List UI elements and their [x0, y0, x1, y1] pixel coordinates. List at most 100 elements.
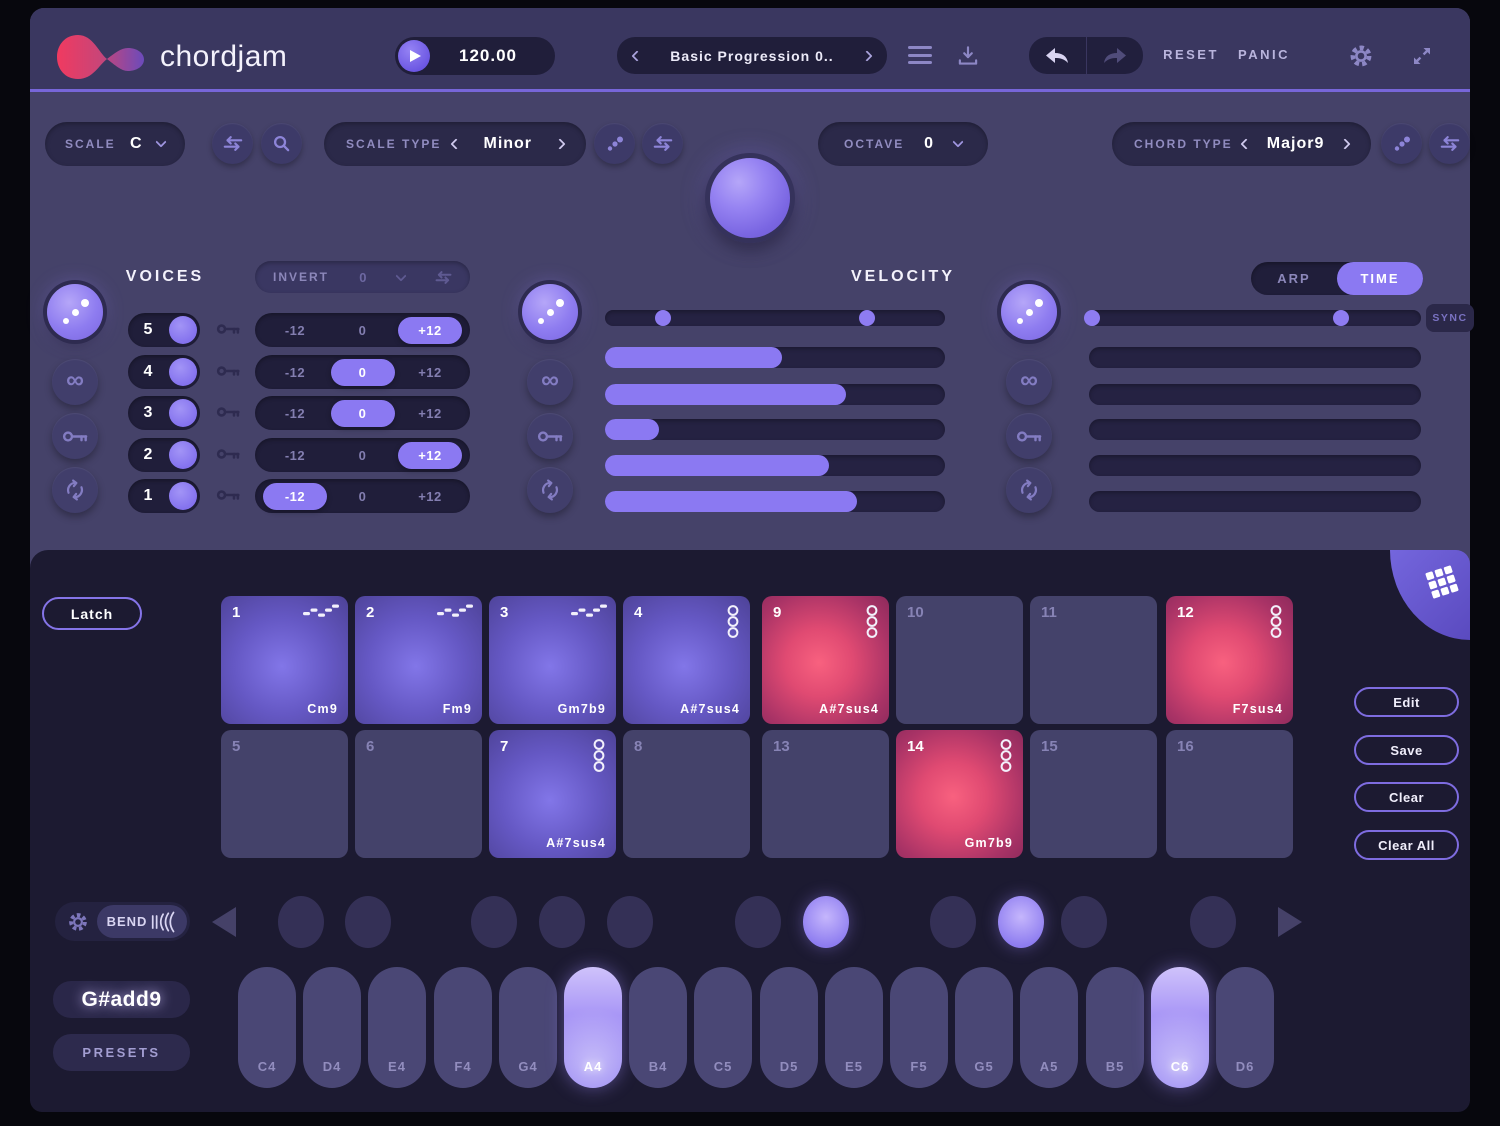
key-b5[interactable]: B5	[1086, 967, 1144, 1088]
key-e5[interactable]: E5	[825, 967, 883, 1088]
scale-type-dice-button[interactable]	[594, 123, 635, 164]
pad-7[interactable]: 7 A#7sus4	[489, 730, 616, 858]
key-f4[interactable]: F4	[434, 967, 492, 1088]
step-dot-2[interactable]	[345, 896, 391, 948]
velocity-randomize-knob[interactable]	[522, 284, 578, 340]
voice-toggle-on[interactable]	[169, 358, 197, 386]
time-option-selected[interactable]: TIME	[1337, 262, 1423, 295]
scale-type-prev-icon[interactable]	[450, 138, 461, 149]
pad-15[interactable]: 15	[1030, 730, 1157, 858]
pad-8[interactable]: 8	[623, 730, 750, 858]
time-bar-4[interactable]	[1089, 455, 1421, 476]
pad-3[interactable]: 3 Gm7b9	[489, 596, 616, 724]
pad-1[interactable]: 1 Cm9	[221, 596, 348, 724]
option-plus12[interactable]: +12	[398, 483, 462, 510]
clear-button[interactable]: Clear	[1354, 782, 1459, 812]
menu-icon[interactable]	[908, 46, 932, 64]
clear-all-button[interactable]: Clear All	[1354, 830, 1459, 860]
velocity-bar-3[interactable]	[605, 419, 945, 440]
option-zero-selected[interactable]: 0	[331, 359, 395, 386]
key-c6-lit[interactable]: C6	[1151, 967, 1209, 1088]
range-handle-end[interactable]	[1333, 310, 1349, 326]
bend-button[interactable]: BEND	[97, 905, 187, 938]
pad-2[interactable]: 2 Fm9	[355, 596, 482, 724]
undo-button[interactable]	[1029, 37, 1086, 74]
key-icon[interactable]	[216, 447, 240, 461]
step-dot-10[interactable]	[1061, 896, 1107, 948]
chord-type-swap-button[interactable]	[1429, 123, 1470, 164]
sync-badge[interactable]: SYNC	[1426, 304, 1474, 332]
reset-button[interactable]: RESET	[1160, 47, 1222, 62]
velocity-bar-4[interactable]	[605, 455, 945, 476]
edit-button[interactable]: Edit	[1354, 687, 1459, 717]
range-handle-start[interactable]	[1084, 310, 1100, 326]
key-g4[interactable]: G4	[499, 967, 557, 1088]
preset-name[interactable]: Basic Progression 0..	[670, 48, 833, 64]
save-download-icon[interactable]	[955, 43, 981, 69]
voices-reset-button[interactable]	[52, 467, 98, 513]
pad-13[interactable]: 13	[762, 730, 889, 858]
key-g5[interactable]: G5	[955, 967, 1013, 1088]
key-icon[interactable]	[216, 364, 240, 378]
key-a5[interactable]: A5	[1020, 967, 1078, 1088]
option-zero[interactable]: 0	[331, 317, 395, 344]
pad-4[interactable]: 4 A#7sus4	[623, 596, 750, 724]
scale-randomize-button[interactable]	[212, 123, 253, 164]
key-a4-lit[interactable]: A4	[564, 967, 622, 1088]
option-zero-selected[interactable]: 0	[331, 400, 395, 427]
key-e4[interactable]: E4	[368, 967, 426, 1088]
option-zero[interactable]: 0	[331, 442, 395, 469]
key-d5[interactable]: D5	[760, 967, 818, 1088]
option-plus12[interactable]: +12	[398, 400, 462, 427]
pad-16[interactable]: 16	[1166, 730, 1293, 858]
step-dot-4[interactable]	[539, 896, 585, 948]
arp-option[interactable]: ARP	[1251, 271, 1337, 286]
range-handle-end[interactable]	[859, 310, 875, 326]
velocity-infinite-button[interactable]: ∞	[527, 359, 573, 405]
pad-6[interactable]: 6	[355, 730, 482, 858]
time-bar-3[interactable]	[1089, 419, 1421, 440]
key-c4[interactable]: C4	[238, 967, 296, 1088]
chord-type-dice-button[interactable]	[1381, 123, 1422, 164]
time-randomize-knob[interactable]	[1001, 284, 1057, 340]
steps-next-icon[interactable]	[1278, 907, 1302, 937]
voice-row-3-toggle[interactable]: 3	[128, 396, 200, 430]
key-f5[interactable]: F5	[890, 967, 948, 1088]
key-b4[interactable]: B4	[629, 967, 687, 1088]
time-bar-5[interactable]	[1089, 491, 1421, 512]
preset-prev-icon[interactable]	[631, 50, 642, 61]
velocity-range-slider[interactable]	[605, 310, 945, 326]
step-dot-11[interactable]	[1190, 896, 1236, 948]
voices-lock-button[interactable]	[52, 413, 98, 459]
voice-row-5-toggle[interactable]: 5	[128, 313, 200, 347]
time-infinite-button[interactable]: ∞	[1006, 359, 1052, 405]
key-c5[interactable]: C5	[694, 967, 752, 1088]
velocity-lock-button[interactable]	[527, 413, 573, 459]
option-plus12[interactable]: +12	[398, 359, 462, 386]
chord-type-prev-icon[interactable]	[1240, 138, 1251, 149]
pad-10[interactable]: 10	[896, 596, 1023, 724]
invert-selector[interactable]: INVERT 0	[255, 261, 470, 293]
scale-type-next-icon[interactable]	[554, 138, 565, 149]
save-button[interactable]: Save	[1354, 735, 1459, 765]
octave-selector[interactable]: OCTAVE 0	[818, 122, 988, 166]
key-icon[interactable]	[216, 488, 240, 502]
voice-toggle-on[interactable]	[169, 441, 197, 469]
settings-gear-icon[interactable]	[1348, 43, 1374, 69]
latch-button[interactable]: Latch	[42, 597, 142, 630]
voice-row-1-toggle[interactable]: 1	[128, 479, 200, 513]
panic-button[interactable]: PANIC	[1233, 47, 1295, 62]
velocity-bar-5[interactable]	[605, 491, 945, 512]
main-knob[interactable]	[705, 153, 795, 243]
option-plus12-selected[interactable]: +12	[398, 442, 462, 469]
voices-infinite-button[interactable]: ∞	[52, 359, 98, 405]
voice-toggle-on[interactable]	[169, 399, 197, 427]
step-dot-8[interactable]	[930, 896, 976, 948]
time-bar-1[interactable]	[1089, 347, 1421, 368]
option-minus12[interactable]: -12	[263, 442, 327, 469]
option-zero[interactable]: 0	[331, 483, 395, 510]
step-dot-1[interactable]	[278, 896, 324, 948]
option-minus12[interactable]: -12	[263, 359, 327, 386]
steps-prev-icon[interactable]	[212, 907, 236, 937]
step-dot-3[interactable]	[471, 896, 517, 948]
